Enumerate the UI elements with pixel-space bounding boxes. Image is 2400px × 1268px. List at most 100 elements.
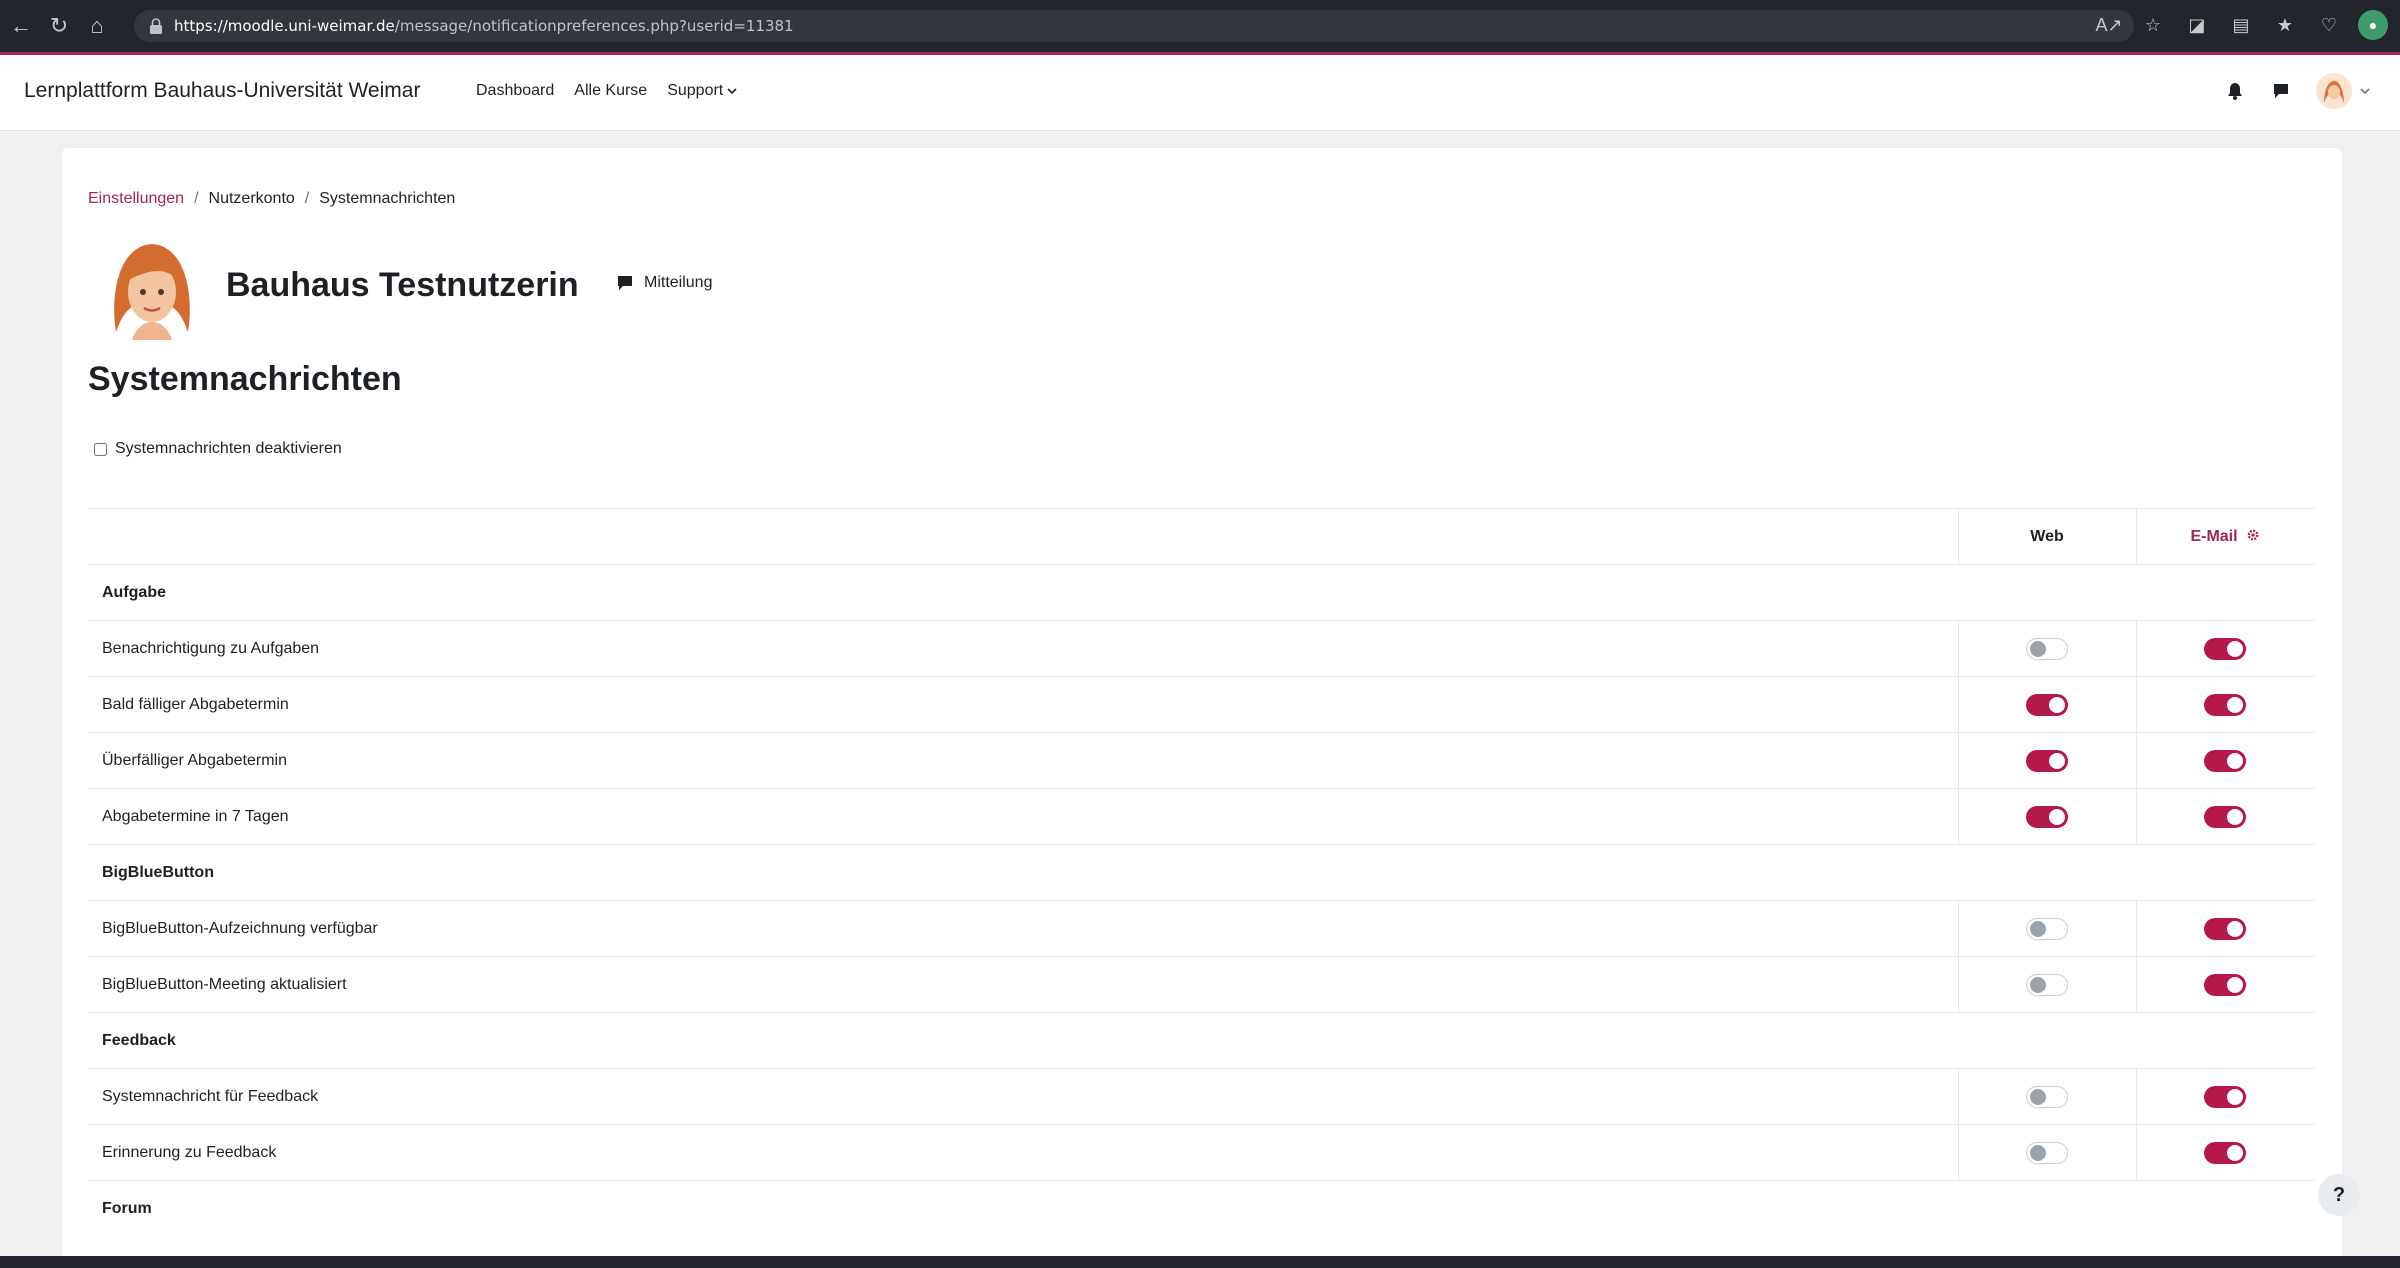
web-toggle[interactable]: [2026, 749, 2068, 772]
table-row: Benachrichtigung zu Aufgaben: [88, 620, 2314, 677]
home-icon[interactable]: ⌂: [80, 9, 114, 43]
gear-icon[interactable]: [2246, 528, 2260, 542]
nav-dashboard[interactable]: Dashboard: [476, 82, 554, 100]
chat-bubble-icon[interactable]: [2270, 80, 2292, 102]
web-toggle-cell: [1957, 956, 2136, 1013]
toggle-knob: [2049, 808, 2065, 825]
split-screen-icon[interactable]: ▤: [2226, 10, 2256, 40]
email-toggle[interactable]: [2204, 693, 2247, 716]
read-aloud-icon[interactable]: A↗: [2094, 10, 2124, 40]
email-toggle[interactable]: [2204, 1141, 2247, 1164]
group-heading: Aufgabe: [88, 564, 2314, 621]
chevron-down-icon: [2360, 88, 2370, 95]
lock-icon: [150, 18, 162, 34]
web-toggle[interactable]: [2026, 973, 2068, 996]
toggle-knob: [2030, 976, 2046, 993]
collections-icon[interactable]: ♡: [2314, 10, 2344, 40]
web-toggle[interactable]: [2026, 1085, 2068, 1108]
table-row: Abgabetermine in 7 Tagen: [88, 788, 2314, 845]
table-row: BigBlueButton-Aufzeichnung verfügbar: [88, 900, 2314, 957]
email-toggle-cell: [2135, 620, 2314, 677]
toggle-knob: [2227, 752, 2244, 769]
web-toggle-cell: [1957, 1124, 2136, 1181]
favorites-icon[interactable]: ★: [2270, 10, 2300, 40]
web-toggle[interactable]: [2026, 917, 2068, 940]
toggle-knob: [2227, 1144, 2244, 1161]
page-title: Systemnachrichten: [88, 360, 402, 398]
page-card: Einstellungen / Nutzerkonto / Systemnach…: [62, 148, 2342, 1268]
web-toggle[interactable]: [2026, 637, 2068, 660]
help-button[interactable]: ?: [2318, 1174, 2360, 1216]
web-toggle-cell: [1957, 620, 2136, 677]
web-toggle[interactable]: [2026, 805, 2068, 828]
site-brand[interactable]: Lernplattform Bauhaus-Universität Weimar: [24, 79, 420, 103]
group-row: Feedback: [88, 1012, 2314, 1069]
table-row: BigBlueButton-Meeting aktualisiert: [88, 956, 2314, 1013]
address-bar[interactable]: https://moodle.uni-weimar.de/message/not…: [134, 10, 2134, 42]
web-toggle-cell: [1957, 1068, 2136, 1125]
primary-navigation: Dashboard Alle Kurse Support: [476, 82, 737, 100]
nav-all-courses[interactable]: Alle Kurse: [574, 82, 647, 100]
email-toggle-cell: [2135, 676, 2314, 733]
nav-support[interactable]: Support: [667, 82, 737, 100]
email-toggle[interactable]: [2204, 749, 2247, 772]
profile-header: [102, 236, 202, 348]
email-toggle[interactable]: [2204, 973, 2247, 996]
group-heading: BigBlueButton: [88, 844, 2314, 901]
disable-notifications-checkbox[interactable]: [94, 442, 107, 456]
breadcrumb-current: Systemnachrichten: [319, 190, 456, 207]
group-heading: Forum: [88, 1180, 2314, 1237]
favorite-star-icon[interactable]: ☆: [2138, 10, 2168, 40]
group-row: Forum: [88, 1180, 2314, 1237]
column-email[interactable]: E-Mail: [2135, 508, 2314, 565]
url-text: https://moodle.uni-weimar.de/message/not…: [174, 17, 794, 35]
breadcrumb-settings[interactable]: Einstellungen: [88, 190, 184, 208]
notification-label: BigBlueButton-Aufzeichnung verfügbar: [88, 900, 1958, 957]
notification-label: BigBlueButton-Meeting aktualisiert: [88, 956, 1958, 1013]
notification-label: Systemnachricht für Feedback: [88, 1068, 1958, 1125]
web-toggle[interactable]: [2026, 693, 2068, 716]
profile-avatar: [114, 244, 190, 340]
email-toggle[interactable]: [2204, 1085, 2247, 1108]
reload-icon[interactable]: ↻: [42, 9, 76, 43]
user-menu[interactable]: [2316, 73, 2370, 109]
email-toggle-cell: [2135, 732, 2314, 789]
chat-bubble-icon: [618, 276, 632, 290]
table-body: Aufgabe Benachrichtigung zu Aufgaben Bald …: [88, 564, 2314, 1237]
group-row: Aufgabe: [88, 564, 2314, 621]
toggle-knob: [2030, 1144, 2046, 1161]
web-toggle-cell: [1957, 676, 2136, 733]
extensions-icon[interactable]: ◪: [2182, 10, 2212, 40]
chevron-down-icon: [727, 88, 737, 95]
column-web: Web: [1957, 508, 2136, 565]
email-toggle-cell: [2135, 788, 2314, 845]
table-row: Systemnachricht für Feedback: [88, 1068, 2314, 1125]
send-message-button[interactable]: Mitteilung: [616, 274, 712, 292]
table-row: Überfälliger Abgabetermin: [88, 732, 2314, 789]
user-avatar: [2316, 73, 2352, 109]
email-toggle[interactable]: [2204, 805, 2247, 828]
table-row: Bald fälliger Abgabetermin: [88, 676, 2314, 733]
notification-label: Erinnerung zu Feedback: [88, 1124, 1958, 1181]
toggle-knob: [2030, 640, 2046, 657]
email-toggle-cell: [2135, 956, 2314, 1013]
breadcrumb-account[interactable]: Nutzerkonto: [209, 190, 295, 208]
web-toggle-cell: [1957, 900, 2136, 957]
web-toggle[interactable]: [2026, 1141, 2068, 1164]
email-toggle[interactable]: [2204, 917, 2247, 940]
table-header-empty: [88, 508, 1958, 565]
disable-notifications-row: Systemnachrichten deaktivieren: [94, 440, 342, 458]
table-header-row: Web E-Mail: [88, 508, 2314, 565]
email-toggle-cell: [2135, 900, 2314, 957]
email-toggle-cell: [2135, 1124, 2314, 1181]
back-icon[interactable]: ←: [4, 9, 38, 43]
notification-label: Abgabetermine in 7 Tagen: [88, 788, 1958, 845]
group-row: BigBlueButton: [88, 844, 2314, 901]
bell-icon[interactable]: [2224, 80, 2246, 102]
web-toggle-cell: [1957, 732, 2136, 789]
email-toggle[interactable]: [2204, 637, 2247, 660]
profile-extension-icon[interactable]: ●: [2358, 10, 2388, 40]
url-path: /message/notificationpreferences.php?use…: [394, 17, 794, 35]
toggle-knob: [2227, 696, 2244, 713]
toggle-knob: [2049, 752, 2065, 769]
